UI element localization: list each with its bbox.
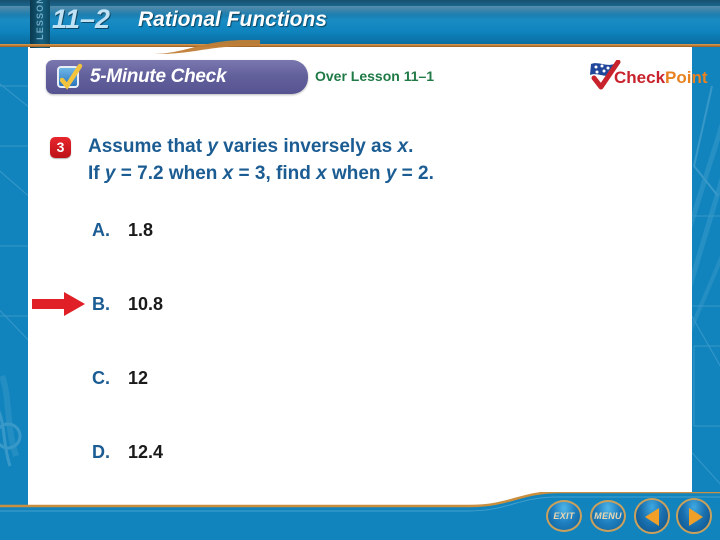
choice-d-letter: D.	[92, 442, 110, 462]
question-text: Assume that y varies inversely as x. If …	[88, 133, 558, 187]
choice-a-value: 1.8	[128, 220, 154, 240]
rail-watermark-right	[692, 85, 720, 485]
question-number-badge: 3	[50, 137, 71, 158]
lesson-number: 11–2	[52, 4, 111, 34]
header-curve-decoration	[0, 40, 260, 54]
checkpoint-logo: CheckPoint	[588, 59, 708, 94]
bottom-navigation-bar: EXIT MENU	[0, 492, 720, 540]
choice-c-letter: C.	[92, 368, 110, 388]
back-button[interactable]	[634, 498, 670, 534]
exit-button-label: EXIT	[553, 511, 575, 521]
lesson-tab-label: LESSON	[35, 0, 45, 40]
rail-watermark-left	[0, 83, 28, 467]
lesson-title: Rational Functions	[138, 8, 327, 31]
choice-b-letter: B.	[92, 294, 110, 314]
checkpoint-point-word: Point	[665, 68, 708, 87]
choice-b-value: 10.8	[128, 294, 164, 314]
checkpoint-wordmark: CheckPoint	[614, 68, 708, 88]
exit-button[interactable]: EXIT	[546, 500, 582, 532]
checkbox-check-icon	[57, 63, 83, 90]
question-line-2: If y = 7.2 when x = 3, find x when y = 2…	[88, 163, 434, 184]
question-line-1: Assume that y varies inversely as x.	[88, 136, 414, 157]
left-decorative-rail	[0, 46, 28, 506]
five-minute-check-banner: 5-Minute Check	[46, 60, 308, 94]
banner-label: 5-Minute Check	[90, 66, 227, 87]
right-arrow-icon	[32, 292, 85, 316]
triangle-right-icon	[689, 508, 703, 526]
right-decorative-rail	[692, 46, 720, 506]
over-lesson-label: Over Lesson 11–1	[315, 68, 435, 84]
menu-button-label: MENU	[594, 511, 622, 521]
triangle-left-icon	[645, 508, 659, 526]
menu-button[interactable]: MENU	[590, 500, 626, 532]
forward-button[interactable]	[676, 498, 712, 534]
choice-c-value: 12	[128, 368, 149, 388]
checkpoint-check-word: Check	[614, 68, 666, 87]
choice-a-letter: A.	[92, 220, 110, 240]
choice-d-value: 12.4	[128, 442, 164, 462]
slide-canvas: LESSON 11–2 Rational Functions 5-Minute …	[0, 0, 720, 540]
